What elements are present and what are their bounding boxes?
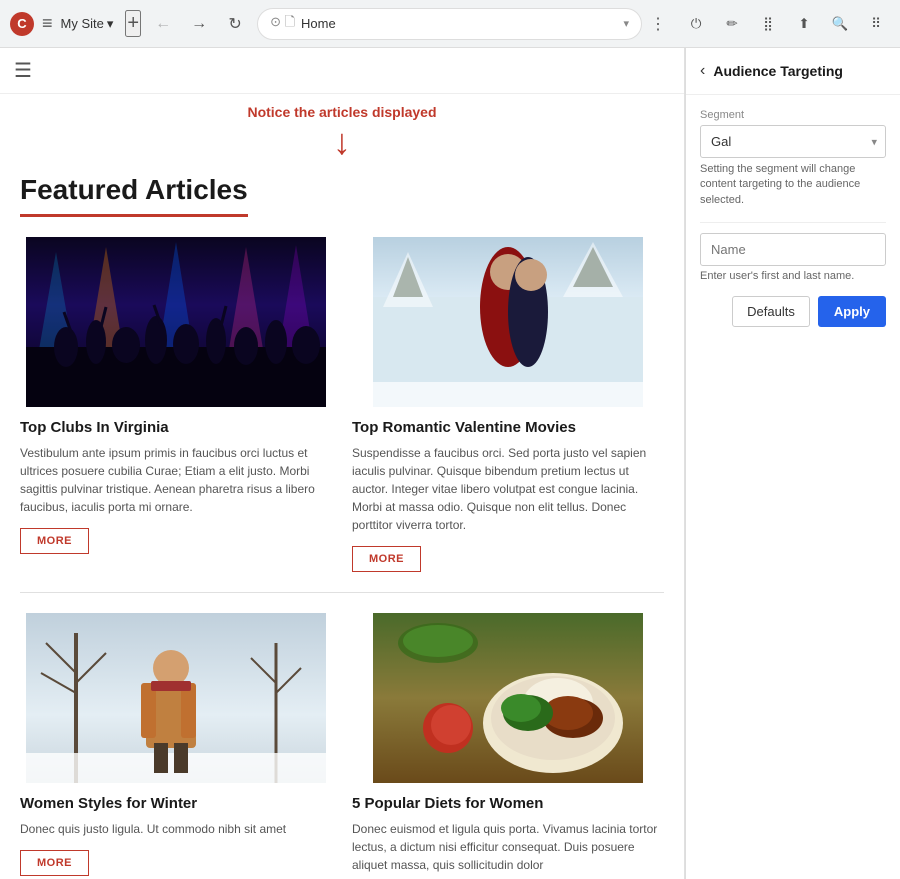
defaults-button[interactable]: Defaults <box>732 296 810 327</box>
panel-divider <box>700 222 886 223</box>
featured-title: Featured Articles <box>20 174 248 217</box>
article-title-diets: 5 Popular Diets for Women <box>352 795 664 812</box>
segment-select[interactable]: Gal All Male Female <box>701 126 885 157</box>
notice-banner: Notice the articles displayed <box>0 94 684 124</box>
article-title-clubs: Top Clubs In Virginia <box>20 419 332 436</box>
audience-targeting-panel: ‹ Audience Targeting Segment Gal All Mal… <box>685 48 900 879</box>
panel-actions: Defaults Apply <box>700 296 886 327</box>
notice-arrow: ↓ <box>0 124 684 160</box>
browser-forward-button[interactable]: → <box>185 10 213 38</box>
page-content: Featured Articles <box>0 164 684 879</box>
segment-select-wrapper: Gal All Male Female ▾ <box>700 125 886 158</box>
more-button-winter[interactable]: MORE <box>20 850 89 876</box>
search-icon[interactable]: 🔍 <box>826 10 854 38</box>
browser-chrome: C ≡ My Site ▾ + ← → ↻ ⊙ 🗋 Home ▾ ⋮ ⏻ ✏ ⣿… <box>0 0 900 48</box>
articles-grid: Top Clubs In Virginia Vestibulum ante ip… <box>20 237 664 879</box>
power-icon[interactable]: ⏻ <box>682 10 710 38</box>
edit-icon[interactable]: ✏ <box>718 10 746 38</box>
browser-tab-add-button[interactable]: + <box>125 10 141 37</box>
article-title-winter: Women Styles for Winter <box>20 795 332 812</box>
name-form-group: Enter user's first and last name. <box>700 233 886 282</box>
more-button-movies[interactable]: MORE <box>352 546 421 572</box>
article-body-movies: Suspendisse a faucibus orci. Sed porta j… <box>352 444 664 534</box>
segment-hint: Setting the segment will change content … <box>700 162 886 208</box>
content-area: ☰ Notice the articles displayed ↓ Featur… <box>0 48 685 879</box>
toolbar-hamburger-icon[interactable]: ☰ <box>14 58 32 83</box>
url-security-icon: ⊙ 🗋 <box>270 13 295 35</box>
content-toolbar: ☰ <box>0 48 684 94</box>
segment-form-group: Segment Gal All Male Female ▾ Setting th… <box>700 109 886 208</box>
apply-button[interactable]: Apply <box>818 296 886 327</box>
article-body-winter: Donec quis justo ligula. Ut commodo nibh… <box>20 820 332 838</box>
name-hint: Enter user's first and last name. <box>700 270 886 282</box>
article-item-movies: Top Romantic Valentine Movies Suspendiss… <box>342 237 664 593</box>
article-item-winter: Women Styles for Winter Donec quis justo… <box>20 593 342 879</box>
panel-title: Audience Targeting <box>713 63 843 79</box>
article-title-movies: Top Romantic Valentine Movies <box>352 419 664 436</box>
upload-icon[interactable]: ⬆ <box>790 10 818 38</box>
grid-icon[interactable]: ⣿ <box>754 10 782 38</box>
panel-back-button[interactable]: ‹ <box>700 62 705 80</box>
article-item-diets: 5 Popular Diets for Women Donec euismod … <box>342 593 664 879</box>
browser-right-icons: ⏻ ✏ ⣿ ⬆ 🔍 ⠿ <box>682 10 890 38</box>
article-body-diets: Donec euismod et ligula quis porta. Viva… <box>352 820 664 874</box>
browser-logo: C <box>10 12 34 36</box>
article-image-diets <box>352 613 664 783</box>
browser-url-bar[interactable]: ⊙ 🗋 Home ▾ <box>257 8 642 40</box>
article-body-clubs: Vestibulum ante ipsum primis in faucibus… <box>20 444 332 516</box>
browser-kebab-menu[interactable]: ⋮ <box>650 14 666 34</box>
panel-header: ‹ Audience Targeting <box>686 48 900 95</box>
url-text: Home <box>301 16 617 31</box>
browser-back-button[interactable]: ← <box>149 10 177 38</box>
browser-menu-icon[interactable]: ≡ <box>42 13 53 34</box>
url-caret: ▾ <box>623 17 629 30</box>
article-item-clubs: Top Clubs In Virginia Vestibulum ante ip… <box>20 237 342 593</box>
panel-body: Segment Gal All Male Female ▾ Setting th… <box>686 95 900 879</box>
more-button-clubs[interactable]: MORE <box>20 528 89 554</box>
article-image-winter <box>20 613 332 783</box>
article-image-movies <box>352 237 664 407</box>
browser-reload-button[interactable]: ↻ <box>221 10 249 38</box>
main-layout: ☰ Notice the articles displayed ↓ Featur… <box>0 48 900 879</box>
article-image-clubs <box>20 237 332 407</box>
browser-site-label[interactable]: My Site ▾ <box>61 16 114 32</box>
name-input[interactable] <box>700 233 886 266</box>
apps-icon[interactable]: ⠿ <box>862 10 890 38</box>
segment-label: Segment <box>700 109 886 121</box>
